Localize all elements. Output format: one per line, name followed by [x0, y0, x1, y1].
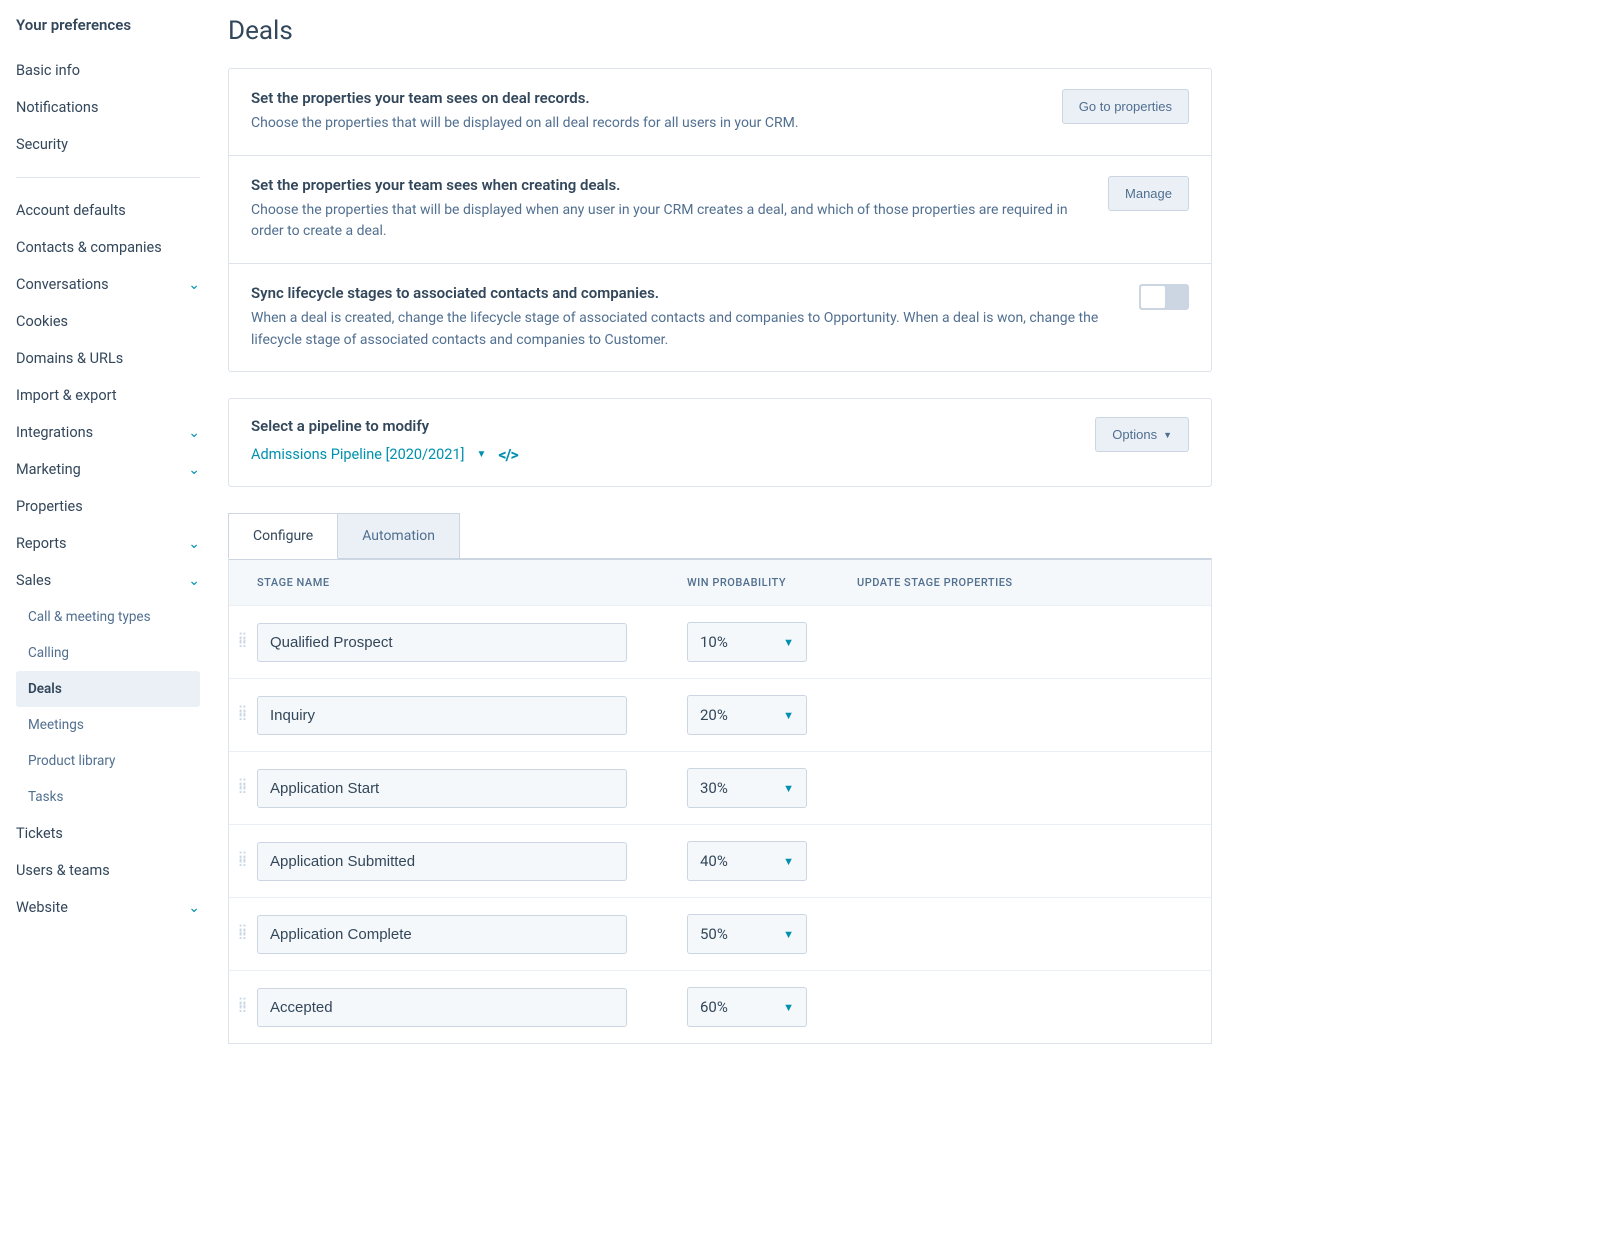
- stage-name-input[interactable]: [257, 769, 627, 808]
- col-stage-name: STAGE NAME: [257, 576, 687, 589]
- col-update-props: UPDATE STAGE PROPERTIES: [857, 576, 1189, 589]
- caret-down-icon: ▼: [783, 928, 794, 941]
- sidebar-item-marketing[interactable]: Marketing⌄: [16, 451, 212, 488]
- win-probability-select[interactable]: 60%▼: [687, 987, 807, 1027]
- sidebar-item-domains-urls[interactable]: Domains & URLs: [16, 340, 212, 377]
- caret-down-icon: ▼: [783, 636, 794, 649]
- stage-row: ⠿⠿ 60%▼: [229, 970, 1211, 1043]
- sidebar-item-security[interactable]: Security: [16, 126, 212, 163]
- card-action-button[interactable]: Go to properties: [1062, 89, 1189, 124]
- sidebar-item-website[interactable]: Website⌄: [16, 889, 212, 926]
- caret-down-icon: ▼: [476, 449, 486, 460]
- drag-handle-icon[interactable]: ⠿⠿: [229, 710, 257, 722]
- win-probability-select[interactable]: 30%▼: [687, 768, 807, 808]
- chevron-down-icon: ⌄: [188, 573, 200, 589]
- sidebar-item-import-export[interactable]: Import & export: [16, 377, 212, 414]
- pipeline-options-button[interactable]: Options ▼: [1095, 417, 1189, 452]
- drag-handle-icon[interactable]: ⠿⠿: [229, 929, 257, 941]
- sidebar-item-cookies[interactable]: Cookies: [16, 303, 212, 340]
- sidebar: Your preferences Basic infoNotifications…: [0, 0, 212, 1252]
- stage-row: ⠿⠿ 50%▼: [229, 897, 1211, 970]
- sidebar-item-integrations[interactable]: Integrations⌄: [16, 414, 212, 451]
- pipeline-selector-card: Select a pipeline to modify Admissions P…: [228, 398, 1212, 487]
- chevron-down-icon: ⌄: [188, 536, 200, 552]
- card-desc: Choose the properties that will be displ…: [251, 113, 1022, 135]
- caret-down-icon: ▼: [783, 855, 794, 868]
- sidebar-subitem-deals[interactable]: Deals: [16, 671, 200, 707]
- drag-handle-icon[interactable]: ⠿⠿: [229, 637, 257, 649]
- stage-row: ⠿⠿ 20%▼: [229, 678, 1211, 751]
- sidebar-item-tickets[interactable]: Tickets: [16, 815, 212, 852]
- sidebar-subitem-meetings[interactable]: Meetings: [16, 707, 212, 743]
- settings-card-group: Set the properties your team sees on dea…: [228, 68, 1212, 372]
- caret-down-icon: ▼: [783, 782, 794, 795]
- caret-down-icon: ▼: [783, 1001, 794, 1014]
- card-title: Set the properties your team sees on dea…: [251, 89, 1022, 107]
- sidebar-item-account-defaults[interactable]: Account defaults: [16, 192, 212, 229]
- caret-down-icon: ▼: [1163, 430, 1172, 440]
- sidebar-heading: Your preferences: [16, 16, 212, 34]
- win-probability-select[interactable]: 10%▼: [687, 622, 807, 662]
- chevron-down-icon: ⌄: [188, 900, 200, 916]
- sidebar-subitem-tasks[interactable]: Tasks: [16, 779, 212, 815]
- sidebar-item-conversations[interactable]: Conversations⌄: [16, 266, 212, 303]
- tab-configure[interactable]: Configure: [228, 513, 338, 559]
- settings-card: Sync lifecycle stages to associated cont…: [229, 263, 1211, 371]
- chevron-down-icon: ⌄: [188, 425, 200, 441]
- sidebar-subitem-calling[interactable]: Calling: [16, 635, 212, 671]
- stage-name-input[interactable]: [257, 623, 627, 662]
- card-title: Sync lifecycle stages to associated cont…: [251, 284, 1099, 302]
- tabs: ConfigureAutomation: [228, 513, 1212, 558]
- drag-handle-icon[interactable]: ⠿⠿: [229, 783, 257, 795]
- tab-automation[interactable]: Automation: [338, 513, 460, 559]
- col-win-prob: WIN PROBABILITY: [687, 576, 857, 589]
- sync-lifecycle-toggle[interactable]: [1139, 284, 1189, 310]
- sidebar-subitem-product-library[interactable]: Product library: [16, 743, 212, 779]
- card-title: Set the properties your team sees when c…: [251, 176, 1068, 194]
- card-desc: When a deal is created, change the lifec…: [251, 308, 1099, 351]
- sidebar-item-notifications[interactable]: Notifications: [16, 89, 212, 126]
- chevron-down-icon: ⌄: [188, 462, 200, 478]
- sidebar-subitem-call-meeting-types[interactable]: Call & meeting types: [16, 599, 212, 635]
- sidebar-item-basic-info[interactable]: Basic info: [16, 52, 212, 89]
- pipeline-heading: Select a pipeline to modify: [251, 417, 518, 435]
- sidebar-item-properties[interactable]: Properties: [16, 488, 212, 525]
- stage-table: STAGE NAME WIN PROBABILITY UPDATE STAGE …: [228, 558, 1212, 1044]
- stage-name-input[interactable]: [257, 696, 627, 735]
- drag-handle-icon[interactable]: ⠿⠿: [229, 856, 257, 868]
- settings-card: Set the properties your team sees when c…: [229, 155, 1211, 263]
- stage-row: ⠿⠿ 30%▼: [229, 751, 1211, 824]
- win-probability-select[interactable]: 40%▼: [687, 841, 807, 881]
- sidebar-item-users-teams[interactable]: Users & teams: [16, 852, 212, 889]
- card-desc: Choose the properties that will be displ…: [251, 200, 1068, 243]
- stage-name-input[interactable]: [257, 842, 627, 881]
- caret-down-icon: ▼: [783, 709, 794, 722]
- win-probability-select[interactable]: 20%▼: [687, 695, 807, 735]
- sidebar-item-sales[interactable]: Sales⌄: [16, 562, 212, 599]
- main-content: Deals Set the properties your team sees …: [212, 0, 1212, 1252]
- win-probability-select[interactable]: 50%▼: [687, 914, 807, 954]
- drag-handle-icon[interactable]: ⠿⠿: [229, 1002, 257, 1014]
- stage-name-input[interactable]: [257, 915, 627, 954]
- stage-table-header: STAGE NAME WIN PROBABILITY UPDATE STAGE …: [229, 560, 1211, 605]
- page-title: Deals: [228, 16, 1212, 46]
- stage-row: ⠿⠿ 10%▼: [229, 605, 1211, 678]
- sidebar-item-reports[interactable]: Reports⌄: [16, 525, 212, 562]
- pipeline-selected-label: Admissions Pipeline [2020/2021]: [251, 446, 464, 463]
- settings-card: Set the properties your team sees on dea…: [229, 69, 1211, 155]
- pipeline-dropdown[interactable]: Admissions Pipeline [2020/2021] ▼ </>: [251, 445, 518, 464]
- code-icon[interactable]: </>: [498, 445, 517, 464]
- stage-name-input[interactable]: [257, 988, 627, 1027]
- card-action-button[interactable]: Manage: [1108, 176, 1189, 211]
- chevron-down-icon: ⌄: [188, 277, 200, 293]
- stage-row: ⠿⠿ 40%▼: [229, 824, 1211, 897]
- sidebar-item-contacts-companies[interactable]: Contacts & companies: [16, 229, 212, 266]
- sidebar-divider: [16, 177, 200, 178]
